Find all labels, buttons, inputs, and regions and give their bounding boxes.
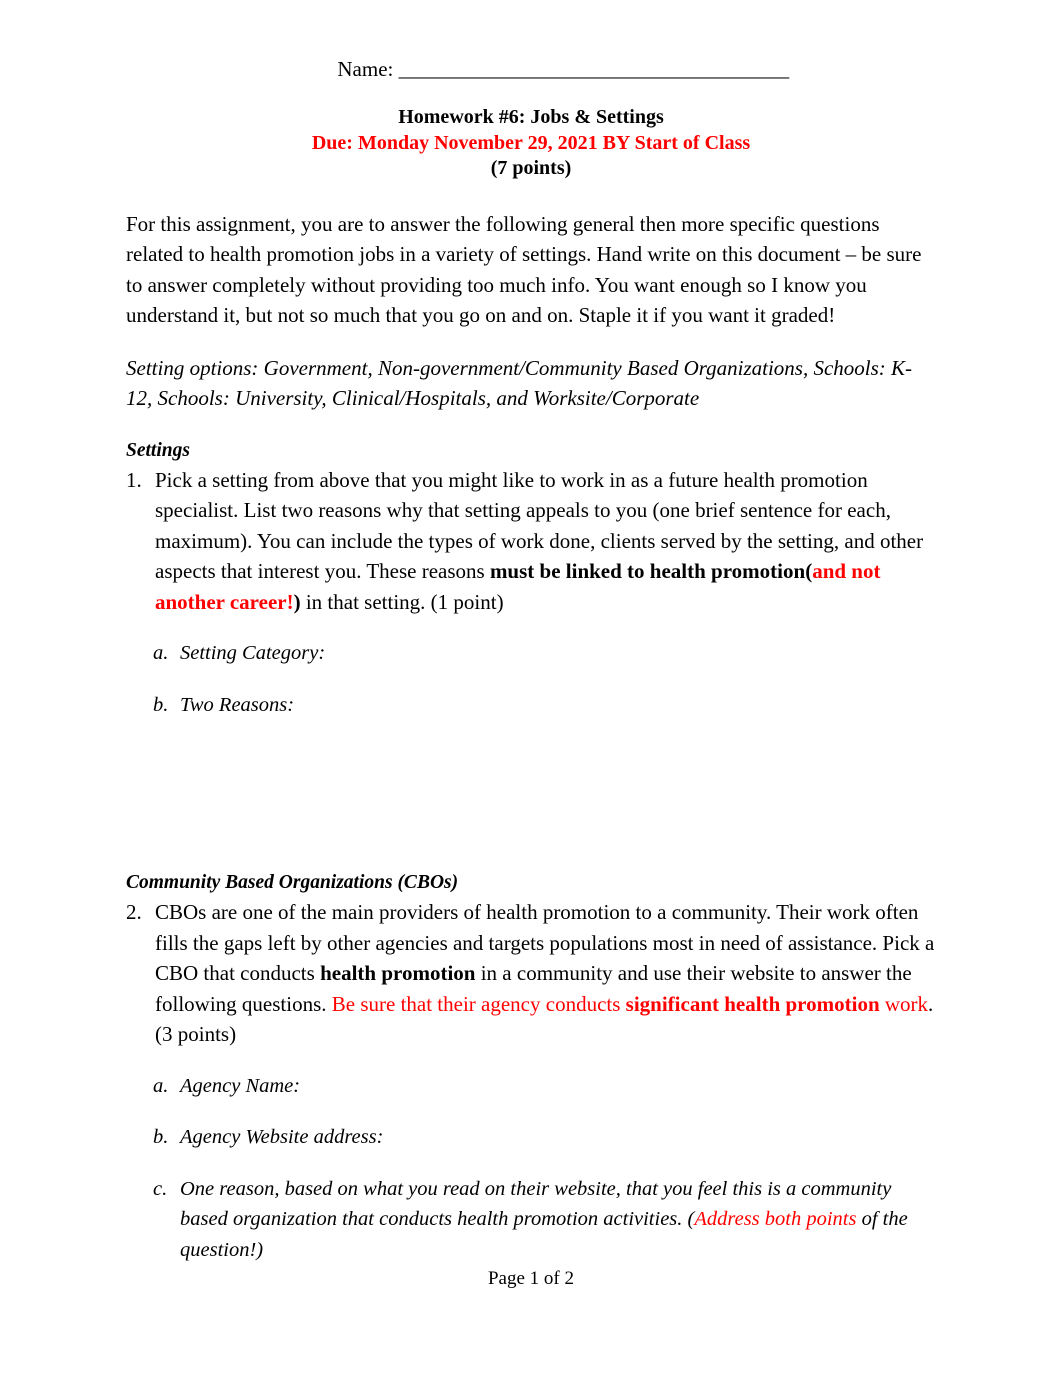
question-1b-marker: b. bbox=[153, 693, 169, 716]
question-2-marker: 2. bbox=[126, 900, 142, 924]
name-field-rule: _______________________________________ bbox=[398, 57, 790, 81]
name-field-line: Name: __________________________________… bbox=[126, 55, 936, 83]
section-heading-settings: Settings bbox=[126, 439, 190, 461]
question-2b-label: Agency Website address: bbox=[180, 1126, 384, 1148]
question-2c-red-note: Address both points bbox=[694, 1208, 857, 1230]
setting-options-paragraph: Setting options: Government, Non-governm… bbox=[126, 355, 913, 411]
question-1-bold-emphasis: must be linked to health promotion bbox=[489, 559, 806, 583]
page-footer: Page 1 of 2 bbox=[487, 1268, 574, 1289]
question-1b-label: Two Reasons: bbox=[180, 693, 295, 716]
question-1-marker: 1. bbox=[126, 467, 142, 492]
question-2a: a. Agency Name: bbox=[153, 1071, 936, 1102]
question-1: 1. Pick a setting from above that you mig… bbox=[126, 465, 936, 618]
question-2-red-bold-emphasis: significant health promotion bbox=[625, 991, 880, 1016]
question-1a: a. Setting Category: bbox=[153, 638, 936, 669]
question-2b-marker: b. bbox=[153, 1126, 169, 1148]
name-field-label: Name: bbox=[337, 57, 394, 81]
question-2b: b. Agency Website address: bbox=[153, 1122, 936, 1153]
points-total: (7 points) bbox=[490, 157, 572, 179]
intro-paragraph: For this assignment, you are to answer t… bbox=[126, 211, 922, 328]
question-2-red-note-part2: work bbox=[879, 991, 929, 1016]
question-2: 2. CBOs are one of the main providers of … bbox=[126, 897, 936, 1050]
question-1b: b. Two Reasons: bbox=[153, 690, 936, 721]
question-1a-label: Setting Category: bbox=[180, 642, 326, 664]
question-2-red-note-part1: Be sure that their agency conducts bbox=[331, 991, 626, 1016]
section-heading-cbo: Community Based Organizations (CBOs) bbox=[126, 872, 459, 893]
question-2a-label: Agency Name: bbox=[180, 1074, 301, 1097]
question-2c: c. One reason, based on what you read on … bbox=[153, 1174, 936, 1266]
question-1a-marker: a. bbox=[153, 642, 169, 664]
page-title: Homework #6: Jobs & Settings bbox=[398, 106, 664, 128]
question-2c-marker: c. bbox=[153, 1177, 168, 1200]
question-2a-marker: a. bbox=[153, 1074, 169, 1097]
answer-space bbox=[126, 720, 936, 870]
document-content: Name: __________________________________… bbox=[126, 0, 936, 1265]
question-1-close-paren: ) bbox=[293, 589, 301, 614]
question-2-bold-emphasis: health promotion bbox=[320, 961, 476, 985]
title-block: Homework #6: Jobs & Settings Due: Monday… bbox=[126, 105, 936, 182]
question-1-text-part2: in that setting. (1 point) bbox=[300, 589, 504, 614]
document-page: Name: __________________________________… bbox=[0, 0, 1062, 1377]
due-date-line: Due: Monday November 29, 2021 BY Start o… bbox=[311, 131, 751, 154]
